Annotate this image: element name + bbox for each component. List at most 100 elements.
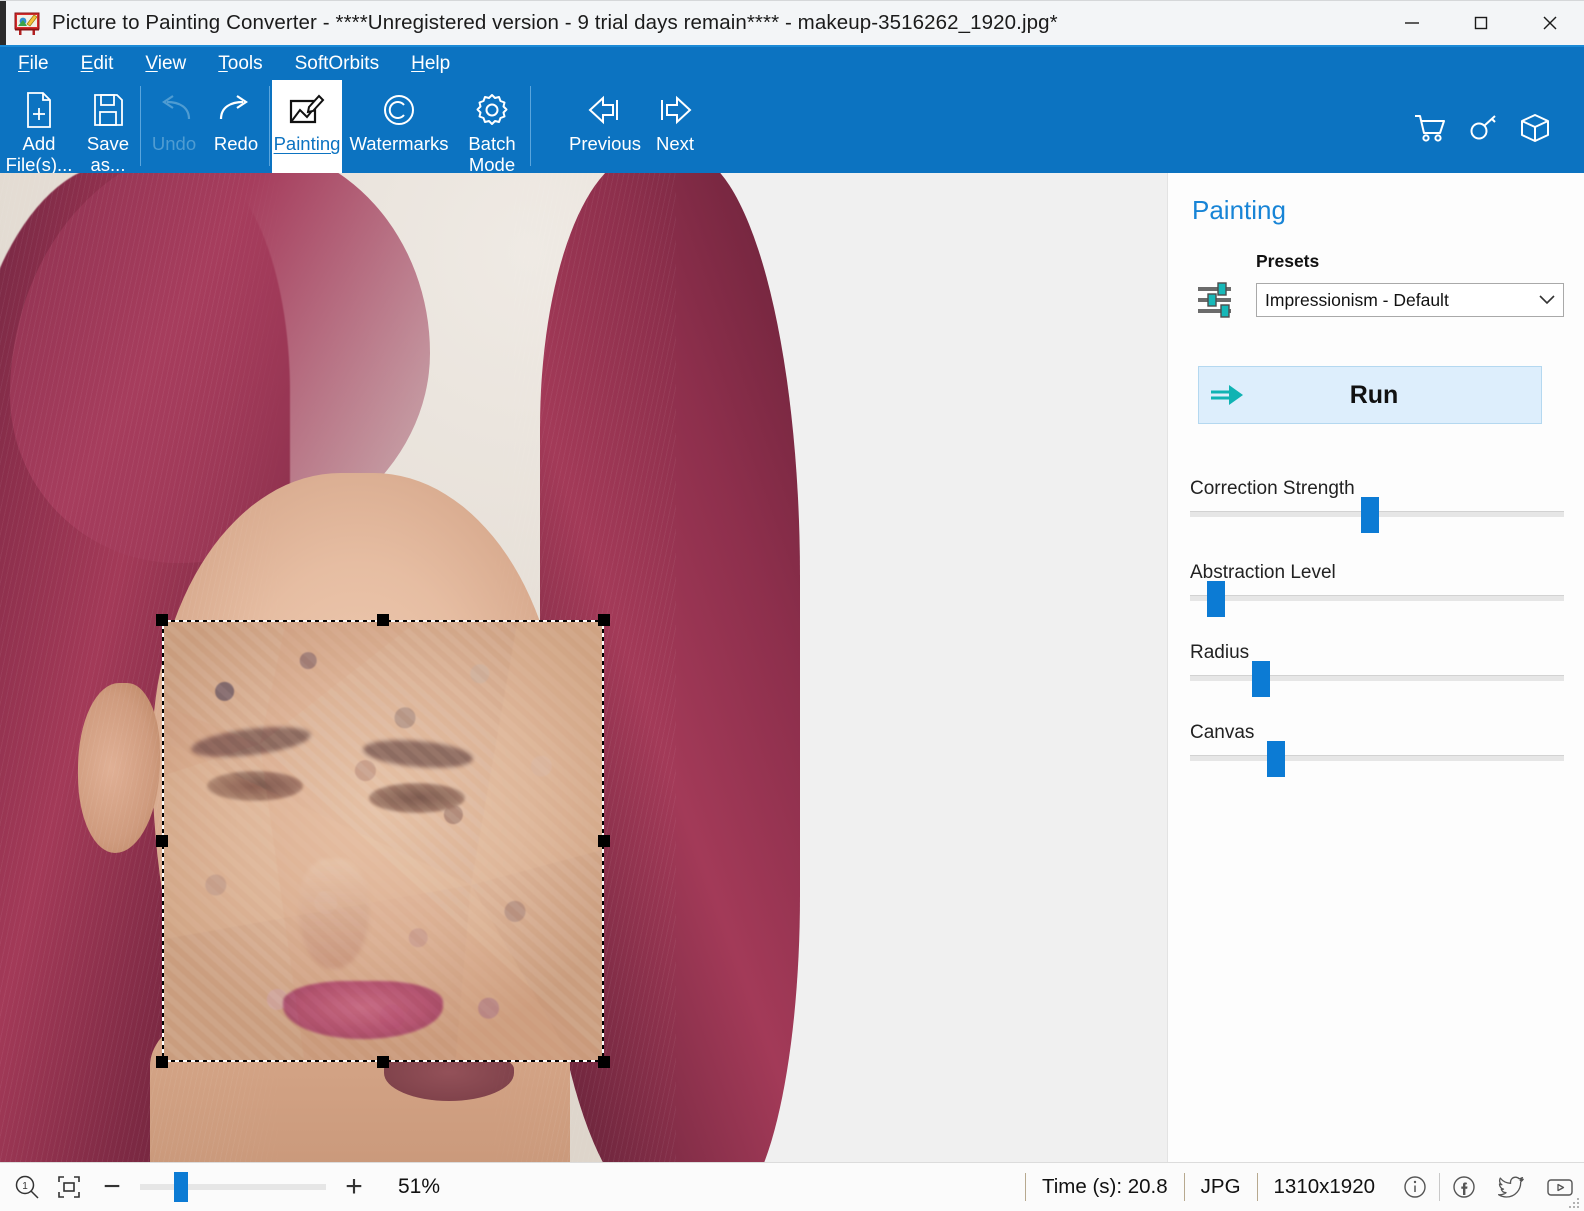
undo-icon xyxy=(155,89,193,131)
slider-label-canvas: Canvas xyxy=(1190,722,1255,743)
info-icon[interactable] xyxy=(1391,1163,1439,1211)
zoom-actual-size-icon[interactable]: 1 xyxy=(6,1163,48,1211)
menu-bar: File Edit View Tools SoftOrbits Help xyxy=(0,47,1584,80)
slider-track-abstraction-level[interactable] xyxy=(1190,581,1564,617)
slider-correction-strength: Correction Strength xyxy=(1190,478,1564,533)
slider-thumb-abstraction-level[interactable] xyxy=(1207,581,1226,617)
save-as-button[interactable]: Save as... xyxy=(78,80,138,175)
svg-text:1: 1 xyxy=(22,1181,28,1192)
window-controls xyxy=(1377,1,1584,46)
menu-tools[interactable]: Tools xyxy=(216,52,264,75)
previous-button[interactable]: Previous xyxy=(563,80,647,175)
slider-abstraction-level: Abstraction Level xyxy=(1190,562,1564,617)
selection-handle-top-middle[interactable] xyxy=(377,614,389,626)
undo-button: Undo xyxy=(143,80,205,175)
presets-label: Presets xyxy=(1256,251,1320,271)
slider-track-radius[interactable] xyxy=(1190,661,1564,697)
box-icon[interactable] xyxy=(1520,113,1550,143)
facebook-icon[interactable] xyxy=(1440,1163,1488,1211)
ribbon: File Edit View Tools SoftOrbits Help Add… xyxy=(0,45,1584,175)
slider-radius: Radius xyxy=(1190,642,1564,697)
slider-thumb-canvas[interactable] xyxy=(1267,741,1286,777)
status-bar: 1 − + 51% Time (s): 20.8 JPG 1310x1920 xyxy=(0,1162,1584,1211)
next-arrow-icon xyxy=(655,89,695,131)
previous-label: Previous xyxy=(569,133,641,154)
key-icon[interactable] xyxy=(1468,113,1498,143)
add-files-button[interactable]: Add File(s)... xyxy=(0,80,78,175)
menu-file[interactable]: File xyxy=(16,52,51,75)
menu-help[interactable]: Help xyxy=(409,52,452,75)
painting-icon xyxy=(288,89,326,131)
watermarks-button[interactable]: Watermarks xyxy=(342,80,456,175)
panel-title: Painting xyxy=(1192,195,1286,225)
painting-settings-panel: Painting Presets Impressionism - Default xyxy=(1167,173,1584,1162)
undo-label: Undo xyxy=(151,133,197,154)
gear-icon xyxy=(474,89,510,131)
close-button[interactable] xyxy=(1515,1,1584,46)
chevron-down-icon xyxy=(1539,292,1555,308)
slider-thumb-radius[interactable] xyxy=(1252,661,1271,697)
toolbar: Add File(s)... Save as... Undo Redo Pain… xyxy=(0,80,1584,175)
slider-track-canvas[interactable] xyxy=(1190,741,1564,777)
window-title: Picture to Painting Converter - ****Unre… xyxy=(52,11,1058,34)
run-button[interactable]: Run xyxy=(1198,366,1542,424)
twitter-icon[interactable] xyxy=(1488,1163,1536,1211)
arrow-right-icon xyxy=(1199,382,1257,408)
selection-handle-middle-right[interactable] xyxy=(598,835,610,847)
application-window: Picture to Painting Converter - ****Unre… xyxy=(0,0,1584,1211)
redo-label: Redo xyxy=(213,133,259,154)
selection-handle-bottom-middle[interactable] xyxy=(377,1056,389,1068)
selection-handle-middle-left[interactable] xyxy=(156,835,168,847)
painting-button[interactable]: Painting xyxy=(272,80,342,175)
image-work-area[interactable] xyxy=(0,173,1167,1162)
redo-button[interactable]: Redo xyxy=(205,80,267,175)
copyright-icon xyxy=(381,89,417,131)
menu-view[interactable]: View xyxy=(143,52,188,75)
app-icon xyxy=(14,10,40,36)
zoom-percent-label: 51% xyxy=(398,1175,441,1198)
sliders-icon xyxy=(1190,278,1240,322)
toolbar-separator-1 xyxy=(140,86,141,166)
run-label: Run xyxy=(1349,380,1399,409)
save-as-label: Save as... xyxy=(86,133,130,175)
batch-mode-label: Batch Mode xyxy=(468,133,516,175)
menu-edit[interactable]: Edit xyxy=(79,52,116,75)
menu-softorbits[interactable]: SoftOrbits xyxy=(293,52,381,75)
slider-label-abstraction-level: Abstraction Level xyxy=(1190,562,1336,583)
zoom-slider-track[interactable] xyxy=(140,1172,326,1202)
selection-handle-bottom-left[interactable] xyxy=(156,1056,168,1068)
add-files-label: Add File(s)... xyxy=(5,133,73,175)
cart-icon[interactable] xyxy=(1414,113,1446,143)
next-label: Next xyxy=(655,133,695,154)
zoom-in-button[interactable]: + xyxy=(332,1163,376,1211)
slider-canvas: Canvas xyxy=(1190,722,1564,777)
presets-select[interactable]: Impressionism - Default xyxy=(1256,283,1564,317)
selection-handle-bottom-right[interactable] xyxy=(598,1056,610,1068)
image-dimensions-label: 1310x1920 xyxy=(1273,1175,1375,1198)
batch-mode-button[interactable]: Batch Mode xyxy=(456,80,528,175)
presets-selected-value: Impressionism - Default xyxy=(1265,289,1449,310)
processing-time-label: Time (s): 20.8 xyxy=(1041,1175,1168,1198)
minimize-button[interactable] xyxy=(1377,1,1446,46)
watermarks-label: Watermarks xyxy=(349,133,449,154)
slider-thumb-correction-strength[interactable] xyxy=(1360,497,1379,533)
selection-rectangle[interactable] xyxy=(156,614,610,1068)
add-file-icon xyxy=(22,89,56,131)
zoom-out-button[interactable]: − xyxy=(90,1163,134,1211)
selection-handle-top-left[interactable] xyxy=(156,614,168,626)
slider-track-correction-strength[interactable] xyxy=(1190,497,1564,533)
resize-grip[interactable] xyxy=(1568,1196,1580,1208)
slider-label-radius: Radius xyxy=(1190,642,1250,663)
image-canvas[interactable] xyxy=(0,173,800,1162)
save-icon xyxy=(91,89,125,131)
selection-handle-top-right[interactable] xyxy=(598,614,610,626)
title-bar: Picture to Painting Converter - ****Unre… xyxy=(0,0,1584,46)
redo-icon xyxy=(217,89,255,131)
fit-to-window-icon[interactable] xyxy=(48,1163,90,1211)
toolbar-separator-2 xyxy=(269,86,270,166)
file-format-label: JPG xyxy=(1200,1175,1241,1198)
next-button[interactable]: Next xyxy=(647,80,703,175)
previous-arrow-icon xyxy=(585,89,625,131)
zoom-slider-thumb[interactable] xyxy=(173,1172,188,1202)
maximize-button[interactable] xyxy=(1446,1,1515,46)
